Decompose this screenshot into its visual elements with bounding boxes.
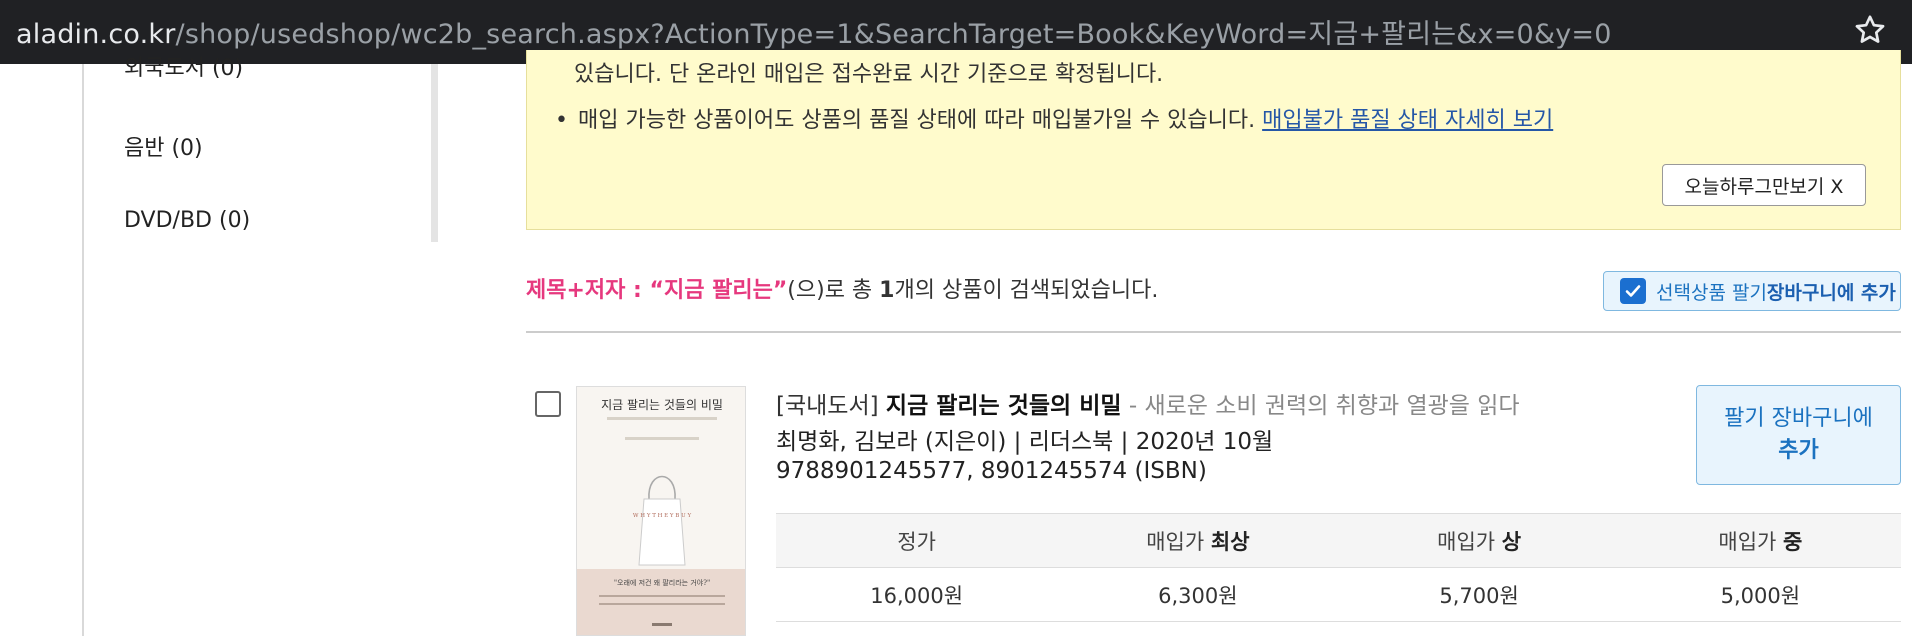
price-header-good: 매입가 상 <box>1338 513 1620 568</box>
product-authors: 최명화, 김보라 (지은이) | 리더스북 | 2020년 10월 <box>776 429 1274 455</box>
url-text[interactable]: aladin.co.kr/shop/usedshop/wc2b_search.a… <box>16 12 1612 51</box>
header-best-grade: 최상 <box>1210 529 1250 554</box>
add-selected-label: 선택상품 팔기 <box>1656 281 1767 304</box>
hide-today-button[interactable]: 오늘하루그만보기 X <box>1662 164 1866 206</box>
sell-button-line1: 팔기 장바구니에 <box>1724 406 1873 432</box>
header-best-prefix: 매입가 <box>1146 529 1211 554</box>
notice-text-2: • 매입 가능한 상품이어도 상품의 품질 상태에 따라 매입불가일 수 있습니다… <box>555 102 1553 134</box>
price-header-row: 정가 매입가 최상 매입가 상 매입가 중 <box>776 513 1901 568</box>
url-host: aladin.co.kr <box>16 19 176 50</box>
book-cover-image[interactable]: 지금 팔리는 것들의 비밀 W H Y T H E Y B U Y "오래에 저… <box>576 386 746 636</box>
header-list-label: 정가 <box>897 529 936 554</box>
sidebar-scrollbar[interactable] <box>431 64 438 242</box>
search-result-summary: 제목+저자 : “지금 팔리는”(으)로 총 1개의 상품이 검색되었습니다. <box>526 272 1158 304</box>
sidebar-item-dvd[interactable]: DVD/BD (0) <box>124 208 250 233</box>
notice-box: 있습니다. 단 온라인 매입은 접수완료 시간 기준으로 확정됩니다. • 매입 … <box>526 50 1901 230</box>
product-checkbox[interactable] <box>535 391 561 417</box>
url-path: /shop/usedshop/wc2b_search.aspx?ActionTy… <box>175 19 1612 50</box>
product-category: [국내도서] <box>776 393 879 419</box>
cover-quote: "오래에 저건 왜 팔리라는 거야?" <box>614 578 710 587</box>
notice-bullet: • <box>555 108 568 133</box>
notice-text-2-body: 매입 가능한 상품이어도 상품의 품질 상태에 따라 매입불가일 수 있습니다. <box>577 108 1256 133</box>
summary-text-1: (으)로 총 <box>787 278 880 303</box>
cover-bag-text: W H Y T H E Y B U Y <box>633 513 692 519</box>
sidebar-border <box>82 64 84 636</box>
add-to-sell-cart-button[interactable]: 팔기 장바구니에 추가 <box>1696 385 1901 485</box>
product-title-link[interactable]: 지금 팔리는 것들의 비밀 <box>886 393 1122 419</box>
select-all-checkbox[interactable] <box>1620 278 1646 304</box>
header-good-prefix: 매입가 <box>1437 529 1502 554</box>
product-subtitle: - 새로운 소비 권력의 취향과 열광을 읽다 <box>1121 393 1520 419</box>
sidebar-item-music[interactable]: 음반 (0) <box>124 130 203 162</box>
add-selected-to-cart-button[interactable]: 선택상품 팔기 장바구니에 추가 <box>1603 271 1901 311</box>
price-header-best: 매입가 최상 <box>1057 513 1339 568</box>
search-keyword: 제목+저자 : “지금 팔리는” <box>526 278 788 303</box>
product-isbn: 9788901245577, 8901245574 (ISBN) <box>776 458 1207 484</box>
add-selected-label-bold: 장바구니에 추가 <box>1766 281 1896 304</box>
sell-button-line2: 추가 <box>1778 438 1819 463</box>
price-table: 정가 매입가 최상 매입가 상 매입가 중 16,000원 6,300원 5,7… <box>776 513 1901 622</box>
result-count: 1 <box>879 278 895 303</box>
section-divider <box>526 331 1901 333</box>
product-title-line: [국내도서] 지금 팔리는 것들의 비밀 - 새로운 소비 권력의 취향과 열광… <box>776 386 1520 420</box>
sidebar-item-foreign-books[interactable]: 외국도서 (0) <box>124 50 243 82</box>
quality-details-link[interactable]: 매입불가 품질 상태 자세히 보기 <box>1262 108 1553 133</box>
star-icon[interactable] <box>1852 12 1888 48</box>
check-icon <box>1625 285 1641 297</box>
header-fair-grade: 중 <box>1783 529 1803 554</box>
cover-title: 지금 팔리는 것들의 비밀 <box>601 398 723 412</box>
header-fair-prefix: 매입가 <box>1718 529 1784 554</box>
price-good: 5,700원 <box>1338 567 1620 622</box>
header-good-grade: 상 <box>1501 529 1522 554</box>
notice-text-1: 있습니다. 단 온라인 매입은 접수완료 시간 기준으로 확정됩니다. <box>574 62 1164 87</box>
summary-text-2: 개의 상품이 검색되었습니다. <box>894 278 1159 303</box>
book-cover-art: 지금 팔리는 것들의 비밀 W H Y T H E Y B U Y "오래에 저… <box>577 387 745 635</box>
price-header-list: 정가 <box>776 513 1058 568</box>
price-value-row: 16,000원 6,300원 5,700원 5,000원 <box>776 567 1901 622</box>
price-header-fair: 매입가 중 <box>1619 513 1901 568</box>
price-fair: 5,000원 <box>1619 567 1901 622</box>
price-best: 6,300원 <box>1057 567 1339 622</box>
price-list: 16,000원 <box>776 567 1058 622</box>
